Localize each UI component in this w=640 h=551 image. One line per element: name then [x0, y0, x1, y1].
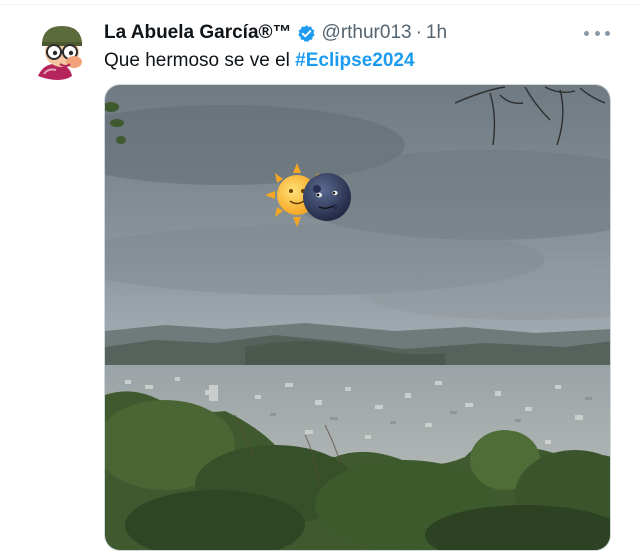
- timestamp[interactable]: 1h: [426, 22, 447, 44]
- media-photo: [105, 85, 610, 550]
- avatar[interactable]: [30, 20, 94, 84]
- hashtag-link[interactable]: #Eclipse2024: [295, 50, 414, 71]
- new-moon-face-emoji: [303, 173, 351, 221]
- tweet[interactable]: La Abuela García®™ @rthur013 · 1h Que he…: [0, 0, 640, 551]
- more-dot: [584, 30, 589, 36]
- tweet-text-body: Que hermoso se ve el: [104, 50, 296, 71]
- tweet-media[interactable]: [104, 84, 611, 551]
- tweet-header: La Abuela García®™ @rthur013 · 1h: [104, 20, 447, 46]
- verified-badge-icon[interactable]: [297, 24, 316, 43]
- more-dot: [594, 30, 600, 36]
- more-dot: [605, 30, 610, 36]
- handle[interactable]: @rthur013: [322, 22, 412, 44]
- more-options-icon[interactable]: [584, 25, 610, 41]
- display-name[interactable]: La Abuela García®™: [104, 22, 292, 44]
- avatar-illustration: [30, 20, 94, 84]
- separator: ·: [415, 22, 422, 43]
- tweet-text: Que hermoso se ve el #Eclipse2024: [104, 48, 415, 74]
